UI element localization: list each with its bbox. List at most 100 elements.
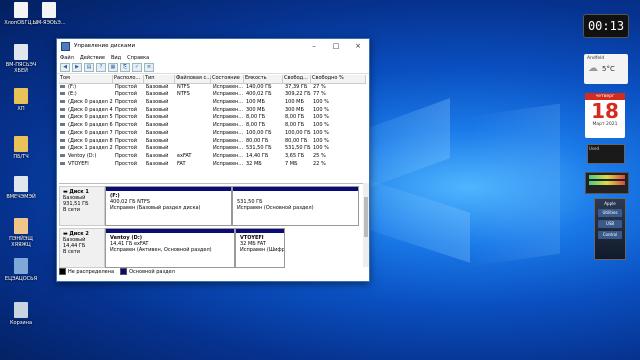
control-panel-widget[interactable]: Apple Utilities USB Control (594, 198, 626, 260)
cell-text: 300 МБ (246, 106, 265, 113)
table-cell: Исправен... (211, 107, 244, 115)
desktop-icon-label: ПБ/ТЧ (13, 154, 29, 160)
scrollbar-thumb[interactable] (364, 197, 368, 237)
table-row[interactable]: VTOYEFI Простой Базовый FAT Исправен... 32 МБ… (59, 161, 366, 169)
table-cell: Простой (113, 84, 144, 92)
properties-icon[interactable]: ▦ (108, 63, 118, 72)
desktop-icon-label: ХП (17, 106, 25, 112)
col-type[interactable]: Тип (144, 75, 175, 83)
cell-text: 100 МБ (246, 99, 265, 106)
disk-1-partition-f[interactable]: (F:) 400,02 ГБ NTFS Исправен (Базовый ра… (105, 186, 232, 226)
cell-text: 100 % (313, 114, 329, 121)
table-row[interactable]: (F:) Простой Базовый NTFS Исправен... 140,00 … (59, 84, 366, 92)
primary-swatch (120, 268, 128, 275)
table-cell (175, 107, 211, 115)
memory-widget[interactable]: Used (587, 144, 625, 164)
table-cell: 8,00 ГБ (283, 122, 311, 130)
cell-text: 100 % (313, 129, 329, 136)
cell-text: Простой (115, 129, 137, 136)
panel-button-utilities[interactable]: Utilities (598, 209, 622, 217)
table-cell: 100 % (311, 138, 366, 146)
title-bar[interactable]: Управление дисками – □ × (57, 39, 369, 53)
disk-1-label[interactable]: ▬ Диск 1 Базовый 931,51 ГБ В сети (59, 186, 105, 226)
desktop-icon-label: ЕЦЭАЦОСЬЯ (4, 276, 38, 282)
desktop-icon[interactable]: ВМ-ПЯСЬЭЧ ХБЕЙ (2, 44, 40, 74)
table-row[interactable]: (Диск 0 раздел 5) Простой Базовый Исправен.… (59, 114, 366, 122)
clock-widget[interactable]: 00:13 (583, 14, 629, 38)
disk-management-window[interactable]: Управление дисками – □ × Файл Действие В… (56, 38, 370, 282)
menu-view[interactable]: Вид (111, 55, 121, 61)
table-cell: Базовый (144, 161, 175, 169)
file-icon (14, 176, 28, 192)
cell-text: Простой (115, 160, 137, 167)
menu-action[interactable]: Действие (80, 55, 105, 61)
table-cell: 8,00 ГБ (244, 114, 283, 122)
disk-2-partition-vtoyefi[interactable]: VTOYEFI 32 МБ FAT Исправен (Шифрс (235, 228, 285, 268)
cell-text: 8,00 ГБ (285, 114, 305, 121)
cell-text: 8,00 ГБ (246, 114, 266, 121)
connect-icon[interactable]: ⎘ (120, 63, 130, 72)
table-cell: Простой (113, 114, 144, 122)
col-free[interactable]: Свобод... (283, 75, 311, 83)
vertical-scrollbar[interactable] (363, 183, 369, 267)
meter-widget[interactable] (585, 172, 629, 194)
table-row[interactable]: (Диск 0 раздел 8) Простой Базовый Исправен.… (59, 138, 366, 146)
close-button[interactable]: × (347, 42, 369, 50)
maximize-button[interactable]: □ (325, 42, 347, 50)
help-icon[interactable]: ? (96, 63, 106, 72)
table-row[interactable]: (Диск 0 раздел 4) Простой Базовый Исправен.… (59, 107, 366, 115)
disk-2-partition-ventoy[interactable]: Ventoy (D:) 14,41 ГБ exFAT Исправен (Акт… (105, 228, 235, 268)
cell-text: Простой (115, 91, 137, 98)
calendar-widget[interactable]: четверг 18 Март 2021 (585, 93, 625, 138)
weather-widget[interactable]: Andfeld ☁ 5°C (584, 54, 628, 84)
table-cell: 32 МБ (244, 161, 283, 169)
table-cell: Простой (113, 122, 144, 130)
desktop-icon[interactable]: ПБ/ТЧ (2, 136, 40, 160)
col-free-percent[interactable]: Свободно % (311, 75, 366, 83)
desktop-icon-label: ЫМ-ЯЭОЬЭ... (32, 20, 66, 26)
menu-help[interactable]: Справка (127, 55, 149, 61)
desktop-icon[interactable]: ХП (2, 88, 40, 112)
disk-2-row: ▬ Диск 2 Базовый 14,44 ГБ В сети Ventoy … (59, 228, 359, 268)
cell-text: (Диск 0 раздел 8) (68, 137, 113, 144)
col-layout[interactable]: Располо... (113, 75, 144, 83)
window-title: Управление дисками (74, 43, 136, 49)
table-row[interactable]: (Диск 0 раздел 7) Простой Базовый Исправен.… (59, 130, 366, 138)
panel-button-control[interactable]: Control (598, 231, 622, 239)
cell-text: 300 МБ (285, 106, 304, 113)
desktop-icon[interactable]: ЫМ-ЯЭОЬЭ... (30, 2, 68, 26)
cell-text: 8,00 ГБ (246, 122, 266, 129)
table-row[interactable]: Ventoy (D:) Простой Базовый exFAT Исправен..… (59, 153, 366, 161)
check-icon[interactable]: ✓ (132, 63, 142, 72)
disk-1-partition-2[interactable]: 531,50 ГБ Исправен (Основной раздел) (232, 186, 359, 226)
menu-file[interactable]: Файл (60, 55, 74, 61)
table-cell: (F:) (59, 84, 113, 92)
table-row[interactable]: (Диск 0 раздел 2) Простой Базовый Исправен.… (59, 99, 366, 107)
col-filesystem[interactable]: Файловая с... (175, 75, 211, 83)
panel-icon[interactable]: ▤ (84, 63, 94, 72)
back-icon[interactable]: ◀ (60, 63, 70, 72)
table-cell: Исправен... (211, 84, 244, 92)
table-cell: Исправен... (211, 130, 244, 138)
panel-button-usb[interactable]: USB (598, 220, 622, 228)
cell-text: 140,00 ГБ (246, 83, 272, 90)
list-icon[interactable]: ≡ (144, 63, 154, 72)
disk-2-label[interactable]: ▬ Диск 2 Базовый 14,44 ГБ В сети (59, 228, 105, 268)
disk-management-icon (61, 41, 70, 51)
forward-icon[interactable]: ▶ (72, 63, 82, 72)
table-row[interactable]: (Диск 0 раздел 6) Простой Базовый Исправен.… (59, 122, 366, 130)
col-status[interactable]: Состояние (211, 75, 244, 83)
col-volume[interactable]: Том (59, 75, 113, 83)
desktop-icon[interactable]: Корзина (2, 302, 40, 326)
table-cell: Базовый (144, 138, 175, 146)
col-capacity[interactable]: Емкость (244, 75, 283, 83)
table-row[interactable]: (E:) Простой Базовый NTFS Исправен... 400,02 … (59, 91, 366, 99)
desktop-icon[interactable]: ВМЕЧЭМЭЙ (2, 176, 40, 200)
desktop-icon[interactable]: ЕЦЭАЦОСЬЯ (2, 258, 40, 282)
table-cell: (Диск 0 раздел 2) (59, 99, 113, 107)
table-row[interactable]: (Диск 1 раздел 2) Простой Базовый Исправен.… (59, 145, 366, 153)
table-cell: Простой (113, 138, 144, 146)
desktop-icon[interactable]: ПЭНЙЭЩ ХЯЯЖЦ (2, 218, 40, 248)
table-cell: Базовый (144, 153, 175, 161)
minimize-button[interactable]: – (303, 42, 325, 50)
